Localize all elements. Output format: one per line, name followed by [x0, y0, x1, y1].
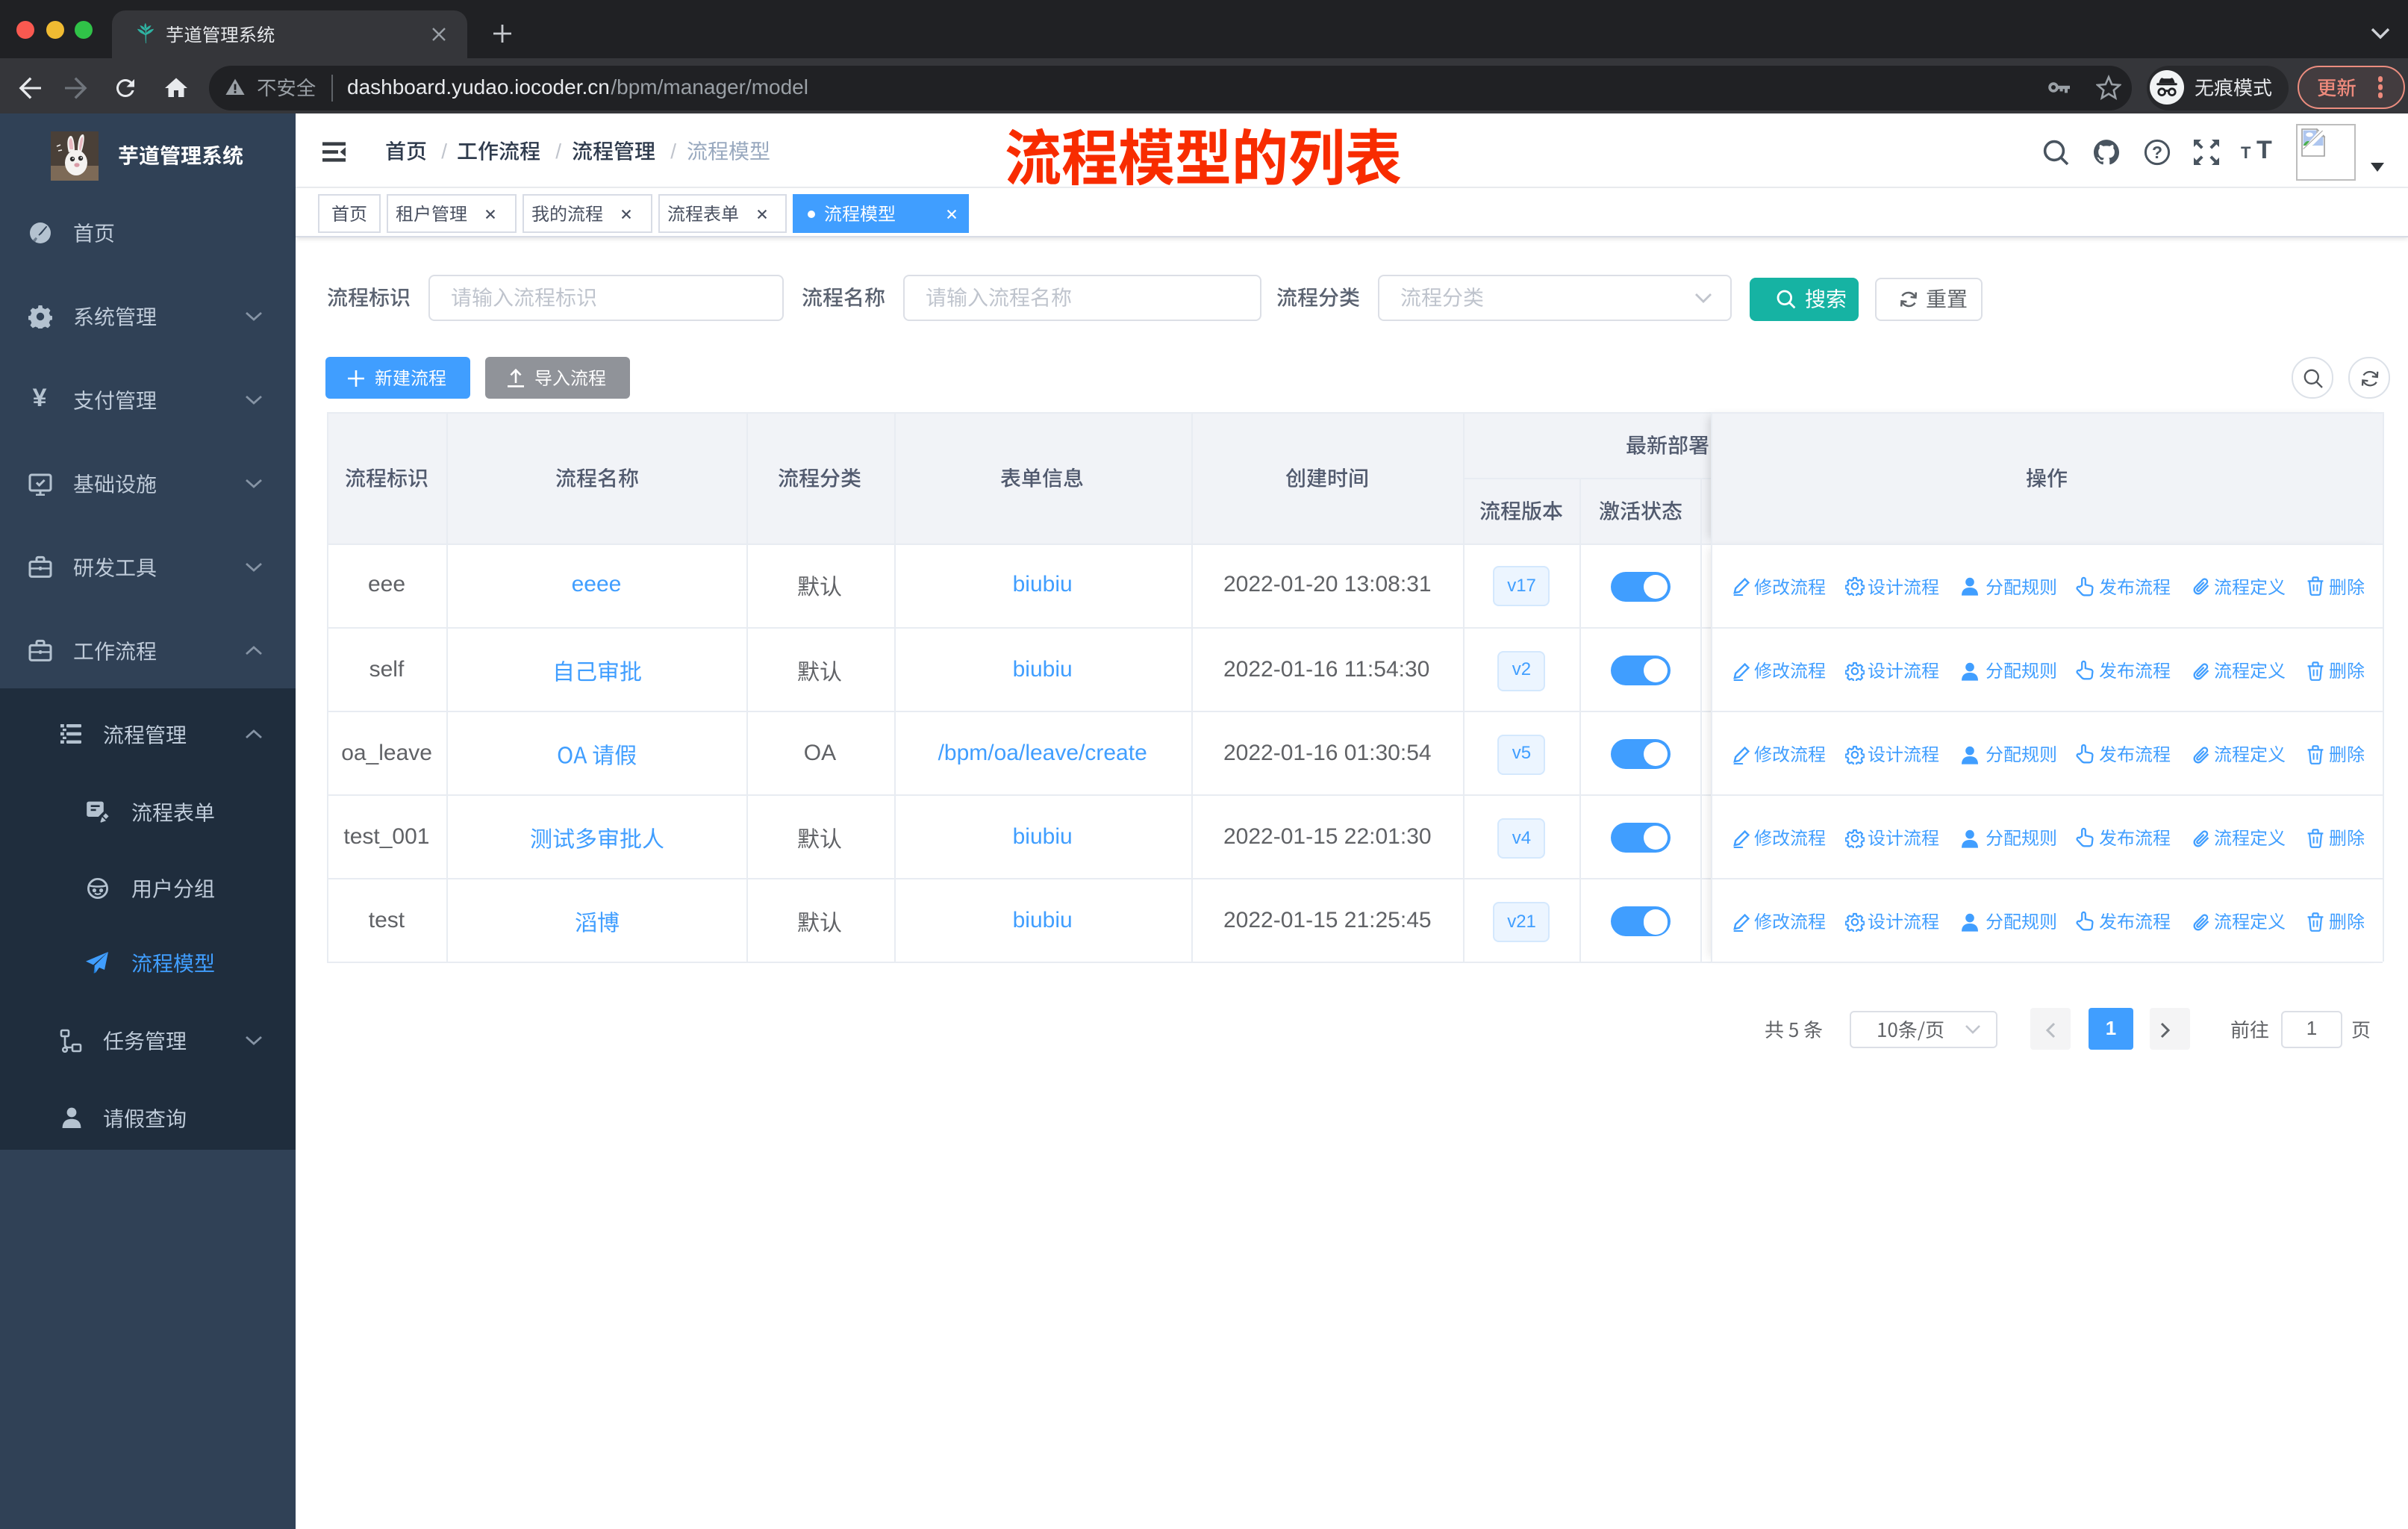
svg-text:?: ?: [2152, 142, 2162, 161]
